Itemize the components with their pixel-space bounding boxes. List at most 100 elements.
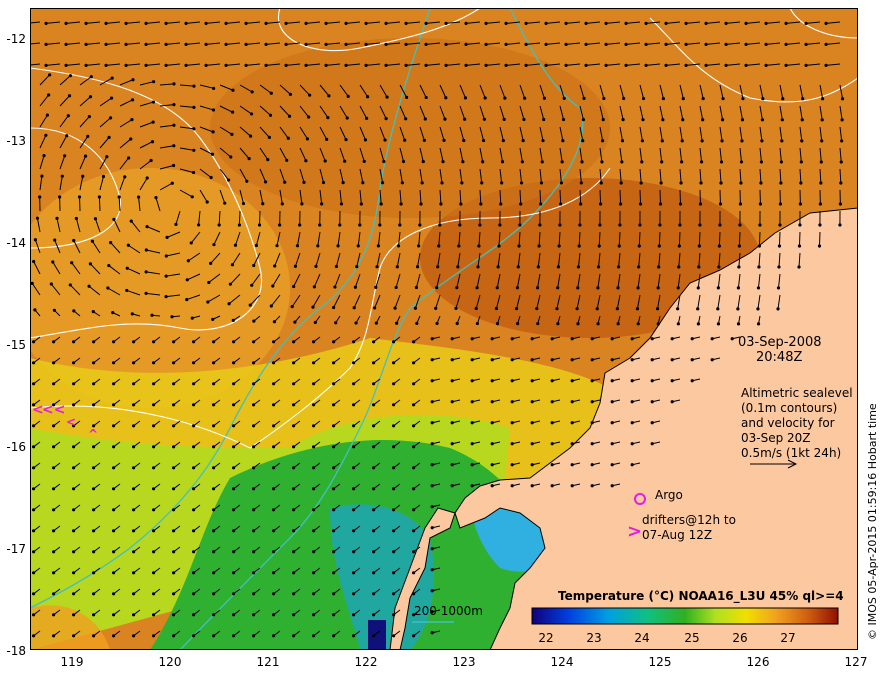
velocity-arrowhead (92, 487, 96, 491)
velocity-arrowhead (740, 118, 745, 122)
velocity-arrowhead (601, 118, 605, 122)
velocity-arrowhead (636, 286, 640, 290)
velocity-arrowhead (724, 42, 728, 46)
velocity-arrowhead (332, 571, 336, 575)
velocity-arrowhead (798, 223, 802, 227)
velocity-arrowhead (464, 42, 468, 46)
velocity-arrowhead (824, 63, 828, 67)
velocity-arrowhead (459, 202, 463, 206)
velocity-arrowhead (231, 88, 235, 92)
velocity-arrowhead (339, 202, 344, 206)
velocity-arrowhead (637, 265, 641, 269)
velocity-arrowhead (801, 97, 805, 101)
altimetry-note-line: (0.1m contours) (741, 401, 838, 415)
velocity-arrowhead (232, 634, 236, 638)
velocity-arrowhead (352, 508, 356, 512)
velocity-arrowhead (620, 160, 624, 164)
velocity-arrowhead (52, 445, 56, 449)
velocity-arrowhead (699, 181, 703, 185)
velocity-arrowhead (484, 63, 488, 67)
velocity-arrowhead (392, 613, 396, 617)
velocity-arrowhead (661, 118, 665, 122)
lon-tick: 125 (648, 655, 672, 669)
velocity-arrowhead (92, 466, 96, 470)
velocity-arrowhead (292, 340, 296, 344)
velocity-arrowhead (126, 243, 130, 247)
velocity-arrowhead (192, 148, 196, 152)
velocity-arrowhead (192, 634, 196, 638)
velocity-arrowhead (197, 223, 201, 227)
velocity-arrowhead (152, 487, 156, 491)
velocity-arrowhead (372, 529, 376, 533)
velocity-arrowhead (470, 379, 474, 383)
velocity-arrowhead (232, 466, 236, 470)
velocity-arrowhead (450, 400, 454, 404)
velocity-arrowhead (87, 114, 91, 119)
velocity-arrowhead (32, 466, 36, 470)
velocity-arrowhead (736, 307, 740, 311)
velocity-arrowhead (610, 421, 614, 425)
velocity-arrowhead (308, 93, 312, 97)
velocity-arrowhead (332, 508, 336, 512)
velocity-arrowhead (470, 421, 474, 425)
velocity-arrowhead (530, 463, 534, 467)
velocity-arrowhead (379, 202, 383, 206)
velocity-arrowhead (610, 442, 614, 446)
velocity-arrowhead (719, 160, 724, 164)
velocity-arrowhead (52, 508, 56, 512)
velocity-arrowhead (72, 592, 76, 596)
velocity-arrowhead (741, 97, 745, 101)
velocity-arrowhead (307, 115, 311, 119)
velocity-arrowhead (124, 21, 128, 25)
velocity-arrowhead (644, 63, 648, 67)
velocity-arrowhead (212, 550, 216, 554)
velocity-arrowhead (797, 244, 802, 248)
velocity-arrowhead (325, 137, 329, 141)
velocity-arrowhead (97, 195, 102, 199)
velocity-arrowhead (618, 223, 622, 227)
velocity-arrow (818, 231, 821, 247)
velocity-arrowhead (275, 244, 279, 248)
velocity-arrowhead (535, 286, 540, 290)
velocity-arrowhead (739, 181, 743, 185)
velocity-arrowhead (657, 265, 661, 269)
velocity-arrowhead (670, 358, 674, 362)
velocity-arrowhead (684, 21, 688, 25)
velocity-arrowhead (272, 613, 276, 617)
velocity-arrowhead (564, 42, 568, 46)
velocity-arrowhead (344, 42, 348, 46)
velocity-arrowhead (323, 159, 327, 163)
velocity-arrowhead (704, 21, 708, 25)
velocity-arrowhead (151, 100, 156, 104)
velocity-arrowhead (332, 403, 336, 407)
velocity-arrowhead (305, 137, 310, 141)
velocity-arrowhead (696, 322, 701, 326)
velocity-arrow (579, 189, 582, 205)
velocity-arrowhead (570, 400, 574, 404)
velocity-arrowhead (819, 181, 823, 185)
velocity-arrowhead (38, 195, 42, 199)
velocity-arrowhead (212, 424, 216, 428)
velocity-arrowhead (384, 42, 388, 46)
velocity-arrowhead (172, 634, 176, 638)
velocity-arrowhead (618, 202, 623, 206)
velocity-arrowhead (412, 571, 416, 575)
velocity-arrowhead (32, 259, 36, 264)
velocity-arrowhead (152, 571, 156, 575)
velocity-arrowhead (820, 118, 824, 122)
velocity-arrowhead (544, 42, 548, 46)
velocity-arrowhead (363, 138, 368, 142)
sst-map-canvas: < << < ^ > (30, 8, 858, 650)
velocity-arrowhead (570, 337, 574, 341)
velocity-arrowhead (112, 550, 116, 554)
velocity-arrowhead (415, 265, 420, 269)
velocity-arrowhead (781, 97, 785, 101)
velocity-arrowhead (212, 508, 216, 512)
velocity-arrowhead (192, 105, 196, 109)
velocity-arrowhead (610, 400, 614, 404)
velocity-arrowhead (33, 308, 37, 312)
velocity-arrowhead (272, 592, 276, 596)
velocity-arrowhead (52, 308, 56, 312)
velocity-arrowhead (332, 466, 336, 470)
velocity-arrowhead (112, 361, 116, 365)
